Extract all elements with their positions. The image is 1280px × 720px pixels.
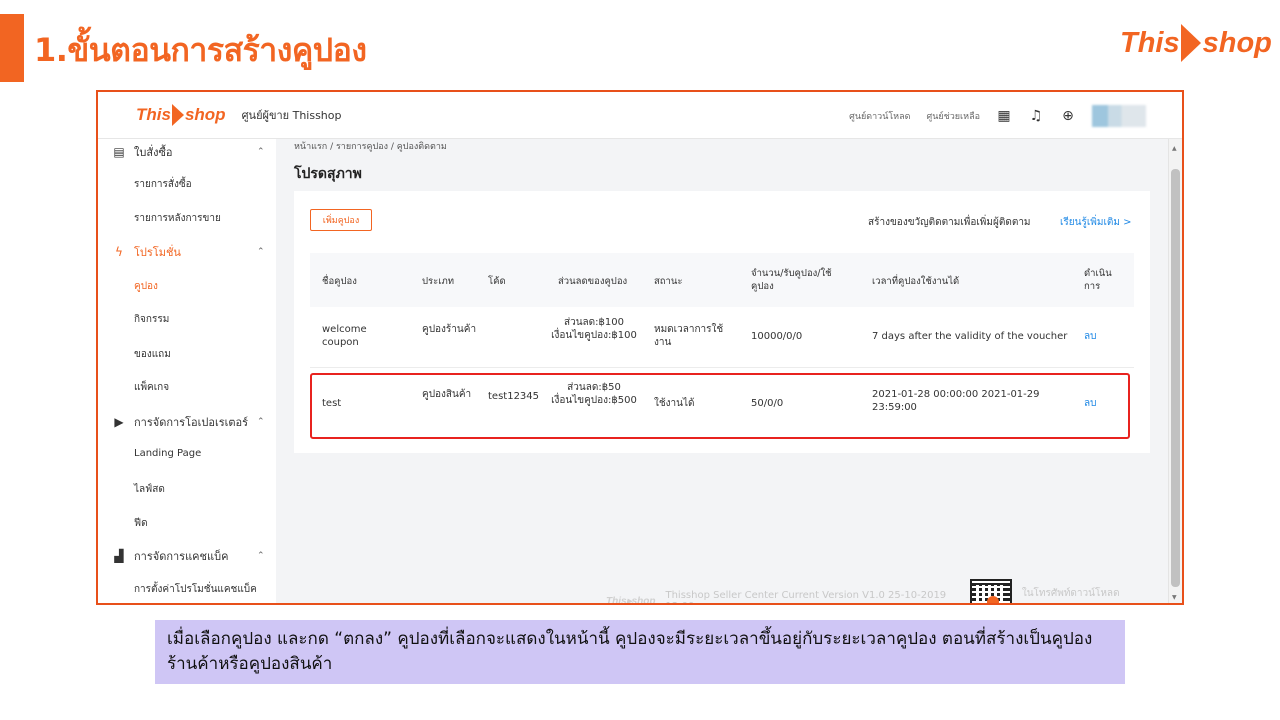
footer-logo: This▸shop	[606, 595, 656, 605]
chart-icon: ▟	[114, 549, 124, 563]
column-header-period: เวลาที่คูปองใช้งานได้	[872, 276, 960, 287]
qr-code-icon[interactable]: ▦	[996, 108, 1012, 124]
column-header-code: โค้ด	[488, 276, 506, 287]
app-qr-code-icon	[970, 579, 1012, 603]
play-box-icon: ▶	[114, 415, 124, 429]
column-header-action: ดำเนินการ	[1084, 268, 1112, 292]
footer-version-text: Thisshop Seller Center Current Version V…	[665, 590, 947, 603]
coupon-status: หมดเวลาการใช้งาน	[654, 324, 724, 348]
app-logo-arrow-icon	[171, 104, 184, 126]
sidebar-group-label: โปรโมชั่น	[134, 246, 181, 259]
main-content: หน้าแรก / รายการคูปอง / คูปองติดตาม โปรด…	[276, 139, 1166, 605]
add-coupon-button[interactable]: เพิ่มคูปอง	[310, 209, 372, 231]
sidebar-item-live[interactable]: ไลฟ์สด	[134, 482, 165, 497]
coupon-quantity: 10000/0/0	[751, 331, 803, 342]
sidebar-group-label: ใบสั่งซื้อ	[134, 146, 173, 159]
footer-download-text: ในโทรศัพท์ดาวน์โหลดแอปพลิเคชัน	[1021, 588, 1120, 599]
sidebar-item-activities[interactable]: กิจกรรม	[134, 312, 169, 327]
chevron-up-icon: ⌃	[257, 247, 265, 257]
sidebar-group-cashback[interactable]: ▟ การจัดการแคชแบ็ค ⌃	[112, 547, 272, 565]
app-logo-shop: shop	[184, 105, 226, 124]
chevron-up-icon: ⌃	[257, 417, 265, 427]
learn-more-link[interactable]: เรียนรู้เพิ่มเติม >	[1060, 215, 1132, 230]
sidebar-group-operator[interactable]: ▶ การจัดการโอเปอเรเตอร์ ⌃	[112, 413, 272, 431]
avatar[interactable]	[1092, 104, 1146, 127]
sidebar-group-promotion[interactable]: ϟ โปรโมชั่น ⌃	[112, 243, 272, 261]
sidebar-group-orders[interactable]: ▤ ใบสั่งซื้อ ⌃	[112, 143, 272, 161]
globe-icon[interactable]: ⊕	[1060, 108, 1076, 124]
brand-this: This	[1120, 26, 1180, 59]
column-header-type: ประเภท	[422, 276, 455, 287]
row-divider	[310, 367, 1134, 368]
app-logo[interactable]: This shop	[136, 104, 226, 126]
follow-gift-text: สร้างของขวัญติดตามเพื่อเพิ่มผู้ติดตาม	[868, 217, 1031, 228]
download-center-link[interactable]: ศูนย์ดาวน์โหลด	[849, 109, 910, 123]
screenshot-frame: This shop ศูนย์ผู้ขาย Thisshop ศูนย์ดาวน…	[96, 90, 1184, 605]
sidebar-item-orders[interactable]: รายการสั่งซื้อ	[134, 177, 192, 192]
column-header-quantity: จำนวน/รับคูปอง/ใช้คูปอง	[751, 268, 832, 292]
coupon-type: คูปองร้านค้า	[422, 324, 477, 335]
scroll-up-icon[interactable]: ▲	[1172, 145, 1177, 152]
sidebar-item-after-sales[interactable]: รายการหลังการขาย	[134, 211, 221, 226]
sidebar-group-label: การจัดการแคชแบ็ค	[134, 550, 229, 563]
coupon-period: 7 days after the validity of the voucher	[872, 331, 1068, 342]
brand-arrow-icon	[1180, 24, 1201, 62]
column-header-discount: ส่วนลดของคูปอง	[558, 276, 628, 287]
coupon-discount: ส่วนลด:฿100 เงื่อนไขคูปอง:฿100	[551, 317, 637, 341]
footer-logo-shop: shop	[631, 595, 656, 605]
topbar-actions: ศูนย์ดาวน์โหลด ศูนย์ช่วยเหลือ ▦ ♫ ⊕	[849, 92, 1146, 139]
top-navigation: This shop ศูนย์ผู้ขาย Thisshop ศูนย์ดาวน…	[98, 92, 1182, 139]
sidebar-item-cashback-settings[interactable]: การตั้งค่าโปรโมชั่นแคชแบ็ค	[134, 582, 257, 597]
bell-icon[interactable]: ♫	[1028, 108, 1044, 124]
scrollbar-thumb[interactable]	[1171, 169, 1180, 587]
sidebar-group-label: การจัดการโอเปอเรเตอร์	[134, 416, 249, 429]
seller-center-label: ศูนย์ผู้ขาย Thisshop	[241, 109, 342, 122]
delete-link[interactable]: ลบ	[1084, 330, 1096, 343]
chevron-up-icon: ⌃	[257, 551, 265, 561]
list-icon: ▤	[113, 145, 125, 159]
sidebar: ▤ ใบสั่งซื้อ ⌃ รายการสั่งซื้อ รายการหลัง…	[98, 139, 276, 603]
sidebar-item-coupons[interactable]: คูปอง	[134, 279, 158, 294]
page-title: โปรดสุภาพ	[294, 166, 362, 182]
scrollbar[interactable]: ▲ ▼	[1168, 139, 1182, 603]
sidebar-item-landing-page[interactable]: Landing Page	[134, 448, 201, 459]
lightning-icon: ϟ	[115, 245, 123, 259]
explanation-note: เมื่อเลือกคูปอง และกด “ตกลง” คูปองที่เลื…	[155, 620, 1125, 684]
brand-shop: shop	[1202, 26, 1272, 59]
scroll-down-icon[interactable]: ▼	[1172, 594, 1177, 601]
highlight-box	[310, 373, 1130, 439]
app-logo-this: This	[136, 105, 171, 124]
sidebar-item-gifts[interactable]: ของแถม	[134, 347, 171, 362]
breadcrumb: หน้าแรก / รายการคูปอง / คูปองติดตาม	[294, 142, 447, 152]
coupon-name: welcome coupon	[322, 324, 367, 348]
help-center-link[interactable]: ศูนย์ช่วยเหลือ	[926, 109, 980, 123]
title-accent-bar	[0, 14, 24, 82]
footer-logo-this: This	[606, 595, 627, 605]
column-header-name: ชื่อคูปอง	[322, 276, 357, 287]
chevron-up-icon: ⌃	[257, 147, 265, 157]
sidebar-item-feed[interactable]: ฟีด	[134, 516, 148, 531]
brand-logo: This shop	[1120, 20, 1272, 66]
slide-title: 1.ขั้นตอนการสร้างคูปอง	[34, 31, 367, 69]
sidebar-item-packages[interactable]: แพ็คเกจ	[134, 380, 169, 395]
footer: This▸shop Thisshop Seller Center Current…	[606, 579, 1166, 605]
column-header-status: สถานะ	[654, 276, 683, 287]
